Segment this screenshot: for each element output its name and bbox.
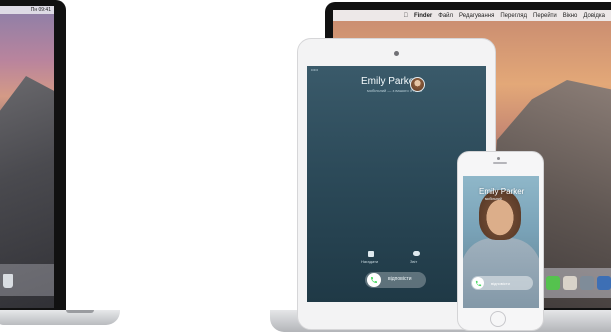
home-button[interactable] [490,311,506,327]
left-laptop-notch [66,310,94,313]
menu-item-go[interactable]: Перейти [533,13,557,19]
camera-icon [497,157,500,160]
message-label[interactable]: Звіт [410,259,417,264]
phone-icon [371,277,377,283]
left-laptop-screen: Пн 09:41 [0,6,54,308]
status-bar: ••••• [311,67,319,72]
app-icon[interactable] [597,276,611,290]
camera-icon [394,51,399,56]
message-icon[interactable] [413,251,420,256]
left-laptop-base [0,310,120,325]
menu-item-finder[interactable]: Finder [414,13,432,19]
answer-knob[interactable] [472,277,484,289]
avatar [410,77,425,92]
facetime-icon[interactable] [546,276,560,290]
app-icon[interactable] [563,276,577,290]
slider-label: відповісти [388,276,412,282]
trash-icon[interactable] [3,274,13,288]
app-icon[interactable] [580,276,594,290]
menu-item-edit[interactable]: Редагування [459,13,494,19]
iphone-call-screen: Emily Parker мобільний відповісти [463,176,539,308]
menu-bar:  Finder Файл Редагування Перегляд Перей… [333,10,611,21]
remind-icon[interactable] [368,251,374,257]
menu-item-help[interactable]: Довідка [583,13,605,19]
phone-icon [475,280,481,286]
menu-clock: Пн 09:41 [30,7,51,13]
menu-item-window[interactable]: Вікно [563,13,578,19]
menu-item-view[interactable]: Перегляд [500,13,527,19]
caller-photo-body [463,238,539,308]
apple-menu-icon[interactable]:  [403,13,408,19]
caller-name: Emily Parker [479,187,525,196]
answer-knob[interactable] [367,273,381,287]
caller-subtitle: мобільний [485,197,502,201]
slider-label: відповісти [491,281,510,286]
remind-label[interactable]: Нагадати [361,259,378,264]
menu-bar: Пн 09:41 [0,6,54,14]
menu-item-file[interactable]: Файл [438,13,453,19]
speaker-grille [493,162,507,164]
